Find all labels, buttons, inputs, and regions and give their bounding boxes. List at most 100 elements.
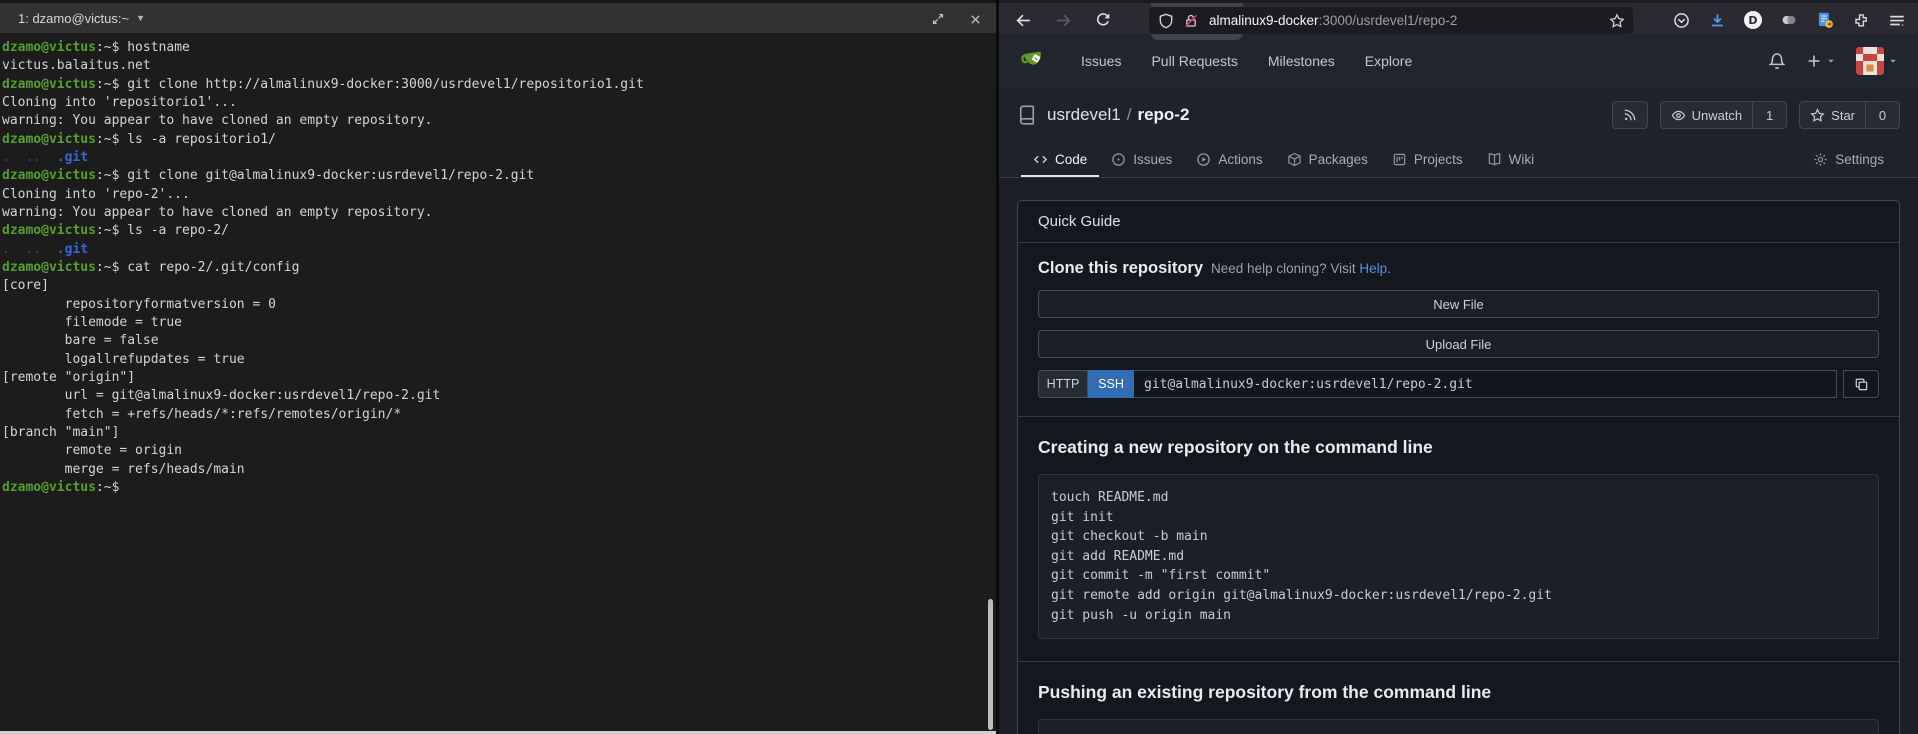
notifications-bell-icon[interactable] <box>1768 52 1786 70</box>
quick-guide-panel: Quick Guide Clone this repository Need h… <box>1017 200 1900 734</box>
download-icon[interactable] <box>1703 6 1731 34</box>
terminal-line: bare = false <box>2 332 996 350</box>
watch-button-group: Unwatch 1 <box>1660 101 1788 129</box>
http-protocol-button[interactable]: HTTP <box>1038 370 1088 398</box>
tab-wiki[interactable]: Wiki <box>1475 142 1547 177</box>
tracking-shield-icon[interactable] <box>1158 13 1174 29</box>
terminal-line: dzamo@victus:~$ <box>2 479 996 497</box>
chevron-down-icon[interactable]: ▼ <box>136 13 145 23</box>
push-repo-section: Pushing an existing repository from the … <box>1018 662 1899 734</box>
clone-url-input[interactable] <box>1134 370 1837 398</box>
create-repo-heading: Creating a new repository on the command… <box>1038 437 1879 458</box>
terminal-line: victus.balaitus.net <box>2 57 996 75</box>
menu-hamburger-icon[interactable] <box>1883 6 1911 34</box>
terminal-line: fetch = +refs/heads/*:refs/remotes/origi… <box>2 406 996 424</box>
terminal-titlebar: 1: dzamo@victus:~ ▼ <box>0 0 996 33</box>
terminal-line: dzamo@victus:~$ hostname <box>2 39 996 57</box>
terminal-line: repositoryformatversion = 0 <box>2 296 996 314</box>
bookmark-star-icon[interactable] <box>1609 13 1625 29</box>
terminal-line: dzamo@victus:~$ ls -a repo-2/ <box>2 222 996 240</box>
terminal-line: dzamo@victus:~$ cat repo-2/.git/config <box>2 259 996 277</box>
nav-item-milestones[interactable]: Milestones <box>1268 53 1335 69</box>
watch-count[interactable]: 1 <box>1753 101 1787 129</box>
nav-item-pull-requests[interactable]: Pull Requests <box>1151 53 1237 69</box>
repo-name-link[interactable]: repo-2 <box>1137 105 1189 124</box>
terminal-line: url = git@almalinux9-docker:usrdevel1/re… <box>2 387 996 405</box>
terminal-line: dzamo@victus:~$ git clone git@almalinux9… <box>2 167 996 185</box>
terminal-scrollbar[interactable] <box>988 599 993 730</box>
svg-text:D: D <box>1748 14 1757 27</box>
terminal-line: [branch "main"] <box>2 424 996 442</box>
extensions-puzzle-icon[interactable] <box>1847 6 1875 34</box>
restore-window-icon[interactable] <box>924 5 952 33</box>
create-new-button[interactable] <box>1806 53 1836 69</box>
browser-window: almalinux9-docker:3000/usrdevel1/repo-2 … <box>996 0 1918 734</box>
clone-help-text: Need help cloning? Visit Help. <box>1211 261 1391 276</box>
repo-owner-link[interactable]: usrdevel1 <box>1047 105 1121 124</box>
repo-icon <box>1017 105 1037 125</box>
pocket-icon[interactable] <box>1667 6 1695 34</box>
push-repo-heading: Pushing an existing repository from the … <box>1038 682 1879 703</box>
tab-packages[interactable]: Packages <box>1275 142 1380 177</box>
terminal-line: [remote "origin"] <box>2 369 996 387</box>
help-link[interactable]: Help <box>1359 261 1387 276</box>
terminal-title: 1: dzamo@victus:~ <box>18 11 129 26</box>
repo-title: usrdevel1/repo-2 <box>1047 105 1189 125</box>
star-button-group: Star 0 <box>1799 101 1900 129</box>
terminal-line: warning: You appear to have cloned an em… <box>2 112 996 130</box>
nav-item-explore[interactable]: Explore <box>1365 53 1412 69</box>
create-repo-code-block: touch README.md git init git checkout -b… <box>1038 474 1879 639</box>
tab-code[interactable]: Code <box>1021 142 1099 177</box>
chevron-down-icon <box>1888 56 1898 66</box>
create-repo-section: Creating a new repository on the command… <box>1018 417 1899 662</box>
repo-tabbar: CodeIssuesActionsPackagesProjectsWiki Set… <box>999 142 1918 178</box>
gitea-navbar: Issues Pull Requests Milestones Explore <box>999 34 1918 88</box>
gitea-logo[interactable] <box>1019 46 1049 76</box>
terminal-output: dzamo@victus:~$ hostnamevictus.balaitus.… <box>0 33 996 497</box>
user-menu[interactable] <box>1856 47 1898 75</box>
panel-title: Quick Guide <box>1018 201 1899 243</box>
clone-url-row: HTTP SSH <box>1038 370 1879 398</box>
insecure-lock-icon[interactable] <box>1183 13 1199 29</box>
terminal-line: warning: You appear to have cloned an em… <box>2 204 996 222</box>
push-repo-code-block <box>1038 719 1879 734</box>
terminal-line: [core] <box>2 277 996 295</box>
close-window-icon[interactable] <box>961 5 989 33</box>
tab-actions[interactable]: Actions <box>1184 142 1274 177</box>
chevron-down-icon <box>1826 56 1836 66</box>
copy-url-button[interactable] <box>1843 370 1879 398</box>
terminal-line: merge = refs/heads/main <box>2 461 996 479</box>
back-button[interactable] <box>1009 6 1037 34</box>
tab-settings[interactable]: Settings <box>1801 142 1896 177</box>
repo-content: Quick Guide Clone this repository Need h… <box>999 178 1918 734</box>
duckduckgo-extension-icon[interactable]: D <box>1739 6 1767 34</box>
translate-extension-icon[interactable] <box>1811 6 1839 34</box>
tab-projects[interactable]: Projects <box>1380 142 1475 177</box>
terminal-window: 1: dzamo@victus:~ ▼ dzamo@victus:~$ host… <box>0 0 996 734</box>
terminal-line: dzamo@victus:~$ git clone http://almalin… <box>2 76 996 94</box>
clone-heading: Clone this repository <box>1038 259 1203 278</box>
url-text: almalinux9-docker:3000/usrdevel1/repo-2 <box>1209 13 1457 28</box>
tab-issues[interactable]: Issues <box>1099 142 1184 177</box>
star-button[interactable]: Star <box>1799 101 1866 129</box>
privacy-circles-extension-icon[interactable] <box>1775 6 1803 34</box>
terminal-line: . .. .git <box>2 241 996 259</box>
terminal-line: logallrefupdates = true <box>2 351 996 369</box>
ssh-protocol-button[interactable]: SSH <box>1088 370 1134 398</box>
rss-feed-button[interactable] <box>1612 101 1648 129</box>
repo-header: usrdevel1/repo-2 Unwatch 1 Star 0 <box>999 88 1918 142</box>
gitea-nav-items: Issues Pull Requests Milestones Explore <box>1081 53 1412 69</box>
terminal-line: dzamo@victus:~$ ls -a repositorio1/ <box>2 131 996 149</box>
new-file-button[interactable]: New File <box>1038 290 1879 318</box>
terminal-line: . .. .git <box>2 149 996 167</box>
browser-toolbar: almalinux9-docker:3000/usrdevel1/repo-2 … <box>999 0 1918 34</box>
refresh-button[interactable] <box>1089 6 1117 34</box>
upload-file-button[interactable]: Upload File <box>1038 330 1879 358</box>
star-count[interactable]: 0 <box>1866 101 1900 129</box>
terminal-line: Cloning into 'repositorio1'... <box>2 94 996 112</box>
nav-item-issues[interactable]: Issues <box>1081 53 1121 69</box>
forward-button[interactable] <box>1049 6 1077 34</box>
url-bar[interactable]: almalinux9-docker:3000/usrdevel1/repo-2 <box>1149 7 1633 34</box>
unwatch-button[interactable]: Unwatch <box>1660 101 1754 129</box>
avatar <box>1856 47 1884 75</box>
